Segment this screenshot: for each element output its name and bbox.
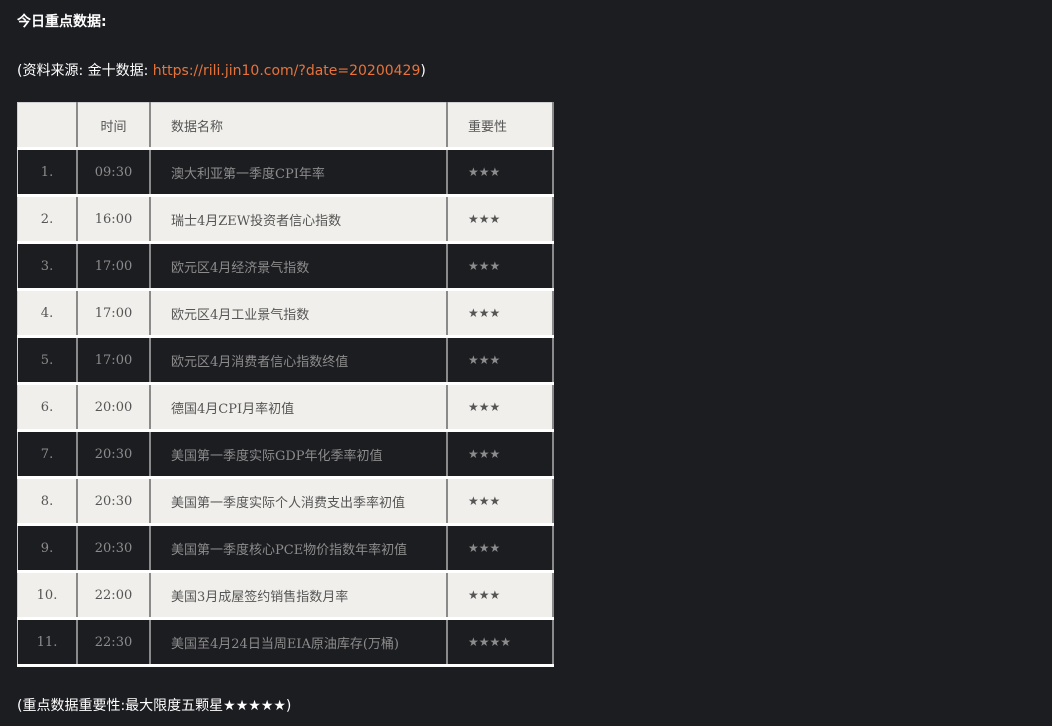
source-suffix: ) xyxy=(420,63,426,79)
row-name: 美国至4月24日当周EIA原油库存(万桶) xyxy=(150,618,448,667)
row-index: 5. xyxy=(17,336,78,385)
table-row: 7. 20:30 美国第一季度实际GDP年化季率初值 ★★★ xyxy=(17,430,554,479)
row-name: 美国3月成屋签约销售指数月率 xyxy=(150,571,448,620)
table-header-row: 时间 数据名称 重要性 xyxy=(17,102,554,150)
source-prefix: (资料来源: 金十数据: xyxy=(17,63,153,79)
table-row: 4. 17:00 欧元区4月工业景气指数 ★★★ xyxy=(17,289,554,338)
row-stars: ★★★ xyxy=(447,571,554,620)
table-row: 6. 20:00 德国4月CPI月率初值 ★★★ xyxy=(17,383,554,432)
row-time: 20:30 xyxy=(77,524,151,573)
source-link[interactable]: https://rili.jin10.com/?date=20200429 xyxy=(153,63,421,79)
header-importance: 重要性 xyxy=(447,102,554,150)
row-name: 欧元区4月消费者信心指数终值 xyxy=(150,336,448,385)
row-stars: ★★★ xyxy=(447,477,554,526)
row-stars: ★★★ xyxy=(447,430,554,479)
table-row: 2. 16:00 瑞士4月ZEW投资者信心指数 ★★★ xyxy=(17,195,554,244)
data-table: 时间 数据名称 重要性 1. 09:30 澳大利亚第一季度CPI年率 ★★★ 2… xyxy=(17,102,554,667)
row-name: 欧元区4月工业景气指数 xyxy=(150,289,448,338)
table-row: 11. 22:30 美国至4月24日当周EIA原油库存(万桶) ★★★★ xyxy=(17,618,554,667)
table-row: 5. 17:00 欧元区4月消费者信心指数终值 ★★★ xyxy=(17,336,554,385)
row-name: 美国第一季度实际GDP年化季率初值 xyxy=(150,430,448,479)
row-time: 22:30 xyxy=(77,618,151,667)
row-stars: ★★★ xyxy=(447,336,554,385)
row-index: 11. xyxy=(17,618,78,667)
row-index: 7. xyxy=(17,430,78,479)
row-index: 6. xyxy=(17,383,78,432)
row-stars: ★★★ xyxy=(447,242,554,291)
header-name: 数据名称 xyxy=(150,102,448,150)
row-name: 澳大利亚第一季度CPI年率 xyxy=(150,148,448,197)
row-index: 10. xyxy=(17,571,78,620)
row-time: 20:30 xyxy=(77,430,151,479)
row-time: 16:00 xyxy=(77,195,151,244)
table-row: 1. 09:30 澳大利亚第一季度CPI年率 ★★★ xyxy=(17,148,554,197)
row-index: 3. xyxy=(17,242,78,291)
row-name: 欧元区4月经济景气指数 xyxy=(150,242,448,291)
row-index: 2. xyxy=(17,195,78,244)
row-name: 美国第一季度核心PCE物价指数年率初值 xyxy=(150,524,448,573)
row-name: 德国4月CPI月率初值 xyxy=(150,383,448,432)
row-index: 8. xyxy=(17,477,78,526)
row-stars: ★★★ xyxy=(447,524,554,573)
row-name: 美国第一季度实际个人消费支出季率初值 xyxy=(150,477,448,526)
row-index: 4. xyxy=(17,289,78,338)
table-row: 10. 22:00 美国3月成屋签约销售指数月率 ★★★ xyxy=(17,571,554,620)
row-name: 瑞士4月ZEW投资者信心指数 xyxy=(150,195,448,244)
row-time: 20:00 xyxy=(77,383,151,432)
row-index: 9. xyxy=(17,524,78,573)
header-time: 时间 xyxy=(77,102,151,150)
row-time: 17:00 xyxy=(77,289,151,338)
row-time: 09:30 xyxy=(77,148,151,197)
table-row: 9. 20:30 美国第一季度核心PCE物价指数年率初值 ★★★ xyxy=(17,524,554,573)
source-line: (资料来源: 金十数据: https://rili.jin10.com/?dat… xyxy=(17,60,426,80)
importance-footnote: (重点数据重要性:最大限度五颗星★★★★★) xyxy=(17,698,292,714)
row-index: 1. xyxy=(17,148,78,197)
row-stars: ★★★ xyxy=(447,195,554,244)
row-stars: ★★★★ xyxy=(447,618,554,667)
row-stars: ★★★ xyxy=(447,383,554,432)
row-time: 17:00 xyxy=(77,242,151,291)
row-time: 22:00 xyxy=(77,571,151,620)
table-row: 8. 20:30 美国第一季度实际个人消费支出季率初值 ★★★ xyxy=(17,477,554,526)
row-time: 20:30 xyxy=(77,477,151,526)
row-stars: ★★★ xyxy=(447,289,554,338)
section-heading: 今日重点数据: xyxy=(17,14,107,30)
table-row: 3. 17:00 欧元区4月经济景气指数 ★★★ xyxy=(17,242,554,291)
header-index xyxy=(17,102,78,150)
row-time: 17:00 xyxy=(77,336,151,385)
row-stars: ★★★ xyxy=(447,148,554,197)
